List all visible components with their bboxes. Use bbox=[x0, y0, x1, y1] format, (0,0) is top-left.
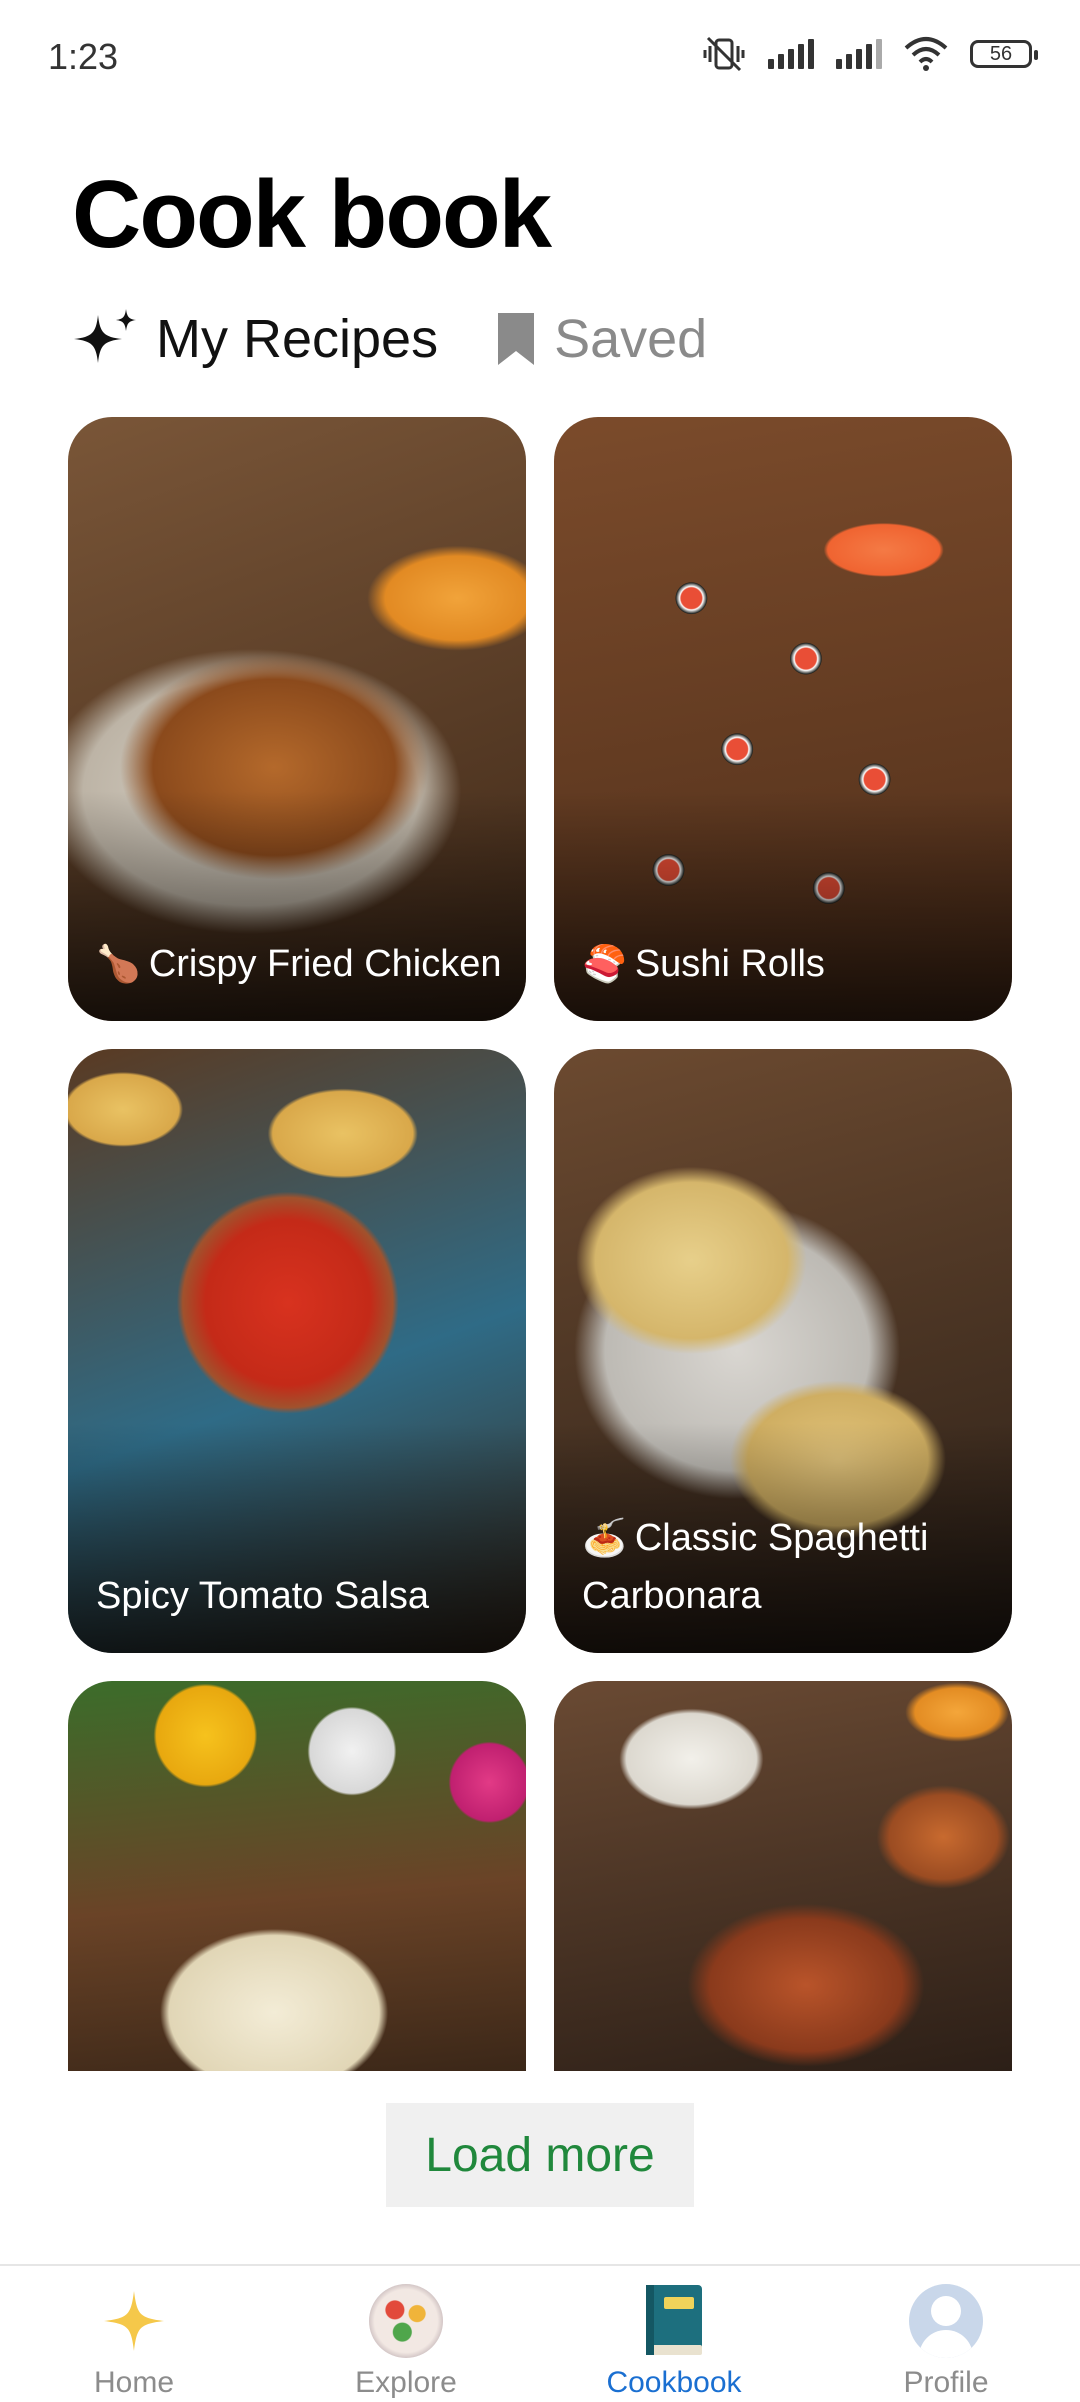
nav-profile-label: Profile bbox=[903, 2366, 989, 2399]
book-icon bbox=[646, 2285, 702, 2355]
bookmark-icon bbox=[498, 313, 535, 365]
recipe-card-sushi-rolls[interactable]: 🍣 Sushi Rolls bbox=[554, 417, 1012, 1021]
tab-my-recipes-label: My Recipes bbox=[156, 309, 439, 369]
recipe-title: Spicy Tomato Salsa bbox=[96, 1575, 430, 1617]
recipe-tabs: My Recipes Saved bbox=[72, 305, 707, 373]
tab-saved[interactable]: Saved bbox=[494, 308, 707, 370]
sushi-emoji: 🍣 bbox=[582, 943, 627, 984]
recipe-card-spicy-tomato-salsa[interactable]: Spicy Tomato Salsa bbox=[68, 1049, 526, 1653]
sparkle-icon bbox=[74, 309, 136, 363]
recipe-card-classic-spaghetti-carbonara[interactable]: 🍝 Classic Spaghetti Carbonara bbox=[554, 1049, 1012, 1653]
status-time: 1:23 bbox=[48, 36, 119, 77]
wifi-icon bbox=[904, 37, 948, 71]
recipe-title: 🍝 Classic Spaghetti Carbonara bbox=[582, 1517, 929, 1617]
drumstick-emoji: 🍗 bbox=[96, 943, 141, 984]
nav-profile[interactable]: Profile bbox=[846, 2280, 1046, 2400]
nav-explore-label: Explore bbox=[355, 2366, 457, 2399]
nav-home-label: Home bbox=[93, 2366, 175, 2399]
food-thumbnail-icon bbox=[369, 2284, 443, 2358]
battery-icon: 56 bbox=[970, 40, 1038, 68]
recipe-card-crispy-fried-chicken[interactable]: 🍗 Crispy Fried Chicken bbox=[68, 417, 526, 1021]
load-more-button[interactable]: Load more bbox=[386, 2103, 694, 2207]
avatar-icon bbox=[909, 2284, 983, 2358]
nav-explore[interactable]: Explore bbox=[306, 2280, 506, 2400]
nav-cookbook[interactable]: Cookbook bbox=[574, 2280, 774, 2400]
recipe-card-loaded-potato[interactable] bbox=[554, 1681, 1012, 2071]
spaghetti-emoji: 🍝 bbox=[582, 1517, 627, 1558]
status-icons: 56 bbox=[702, 34, 1038, 74]
signal-icon-2 bbox=[836, 39, 882, 69]
signal-icon bbox=[768, 39, 814, 69]
nav-home[interactable]: Home bbox=[34, 2280, 234, 2400]
recipe-title: 🍣 Sushi Rolls bbox=[582, 943, 825, 985]
recipe-card-rice-dish[interactable] bbox=[68, 1681, 526, 2071]
tab-my-recipes[interactable]: My Recipes bbox=[72, 305, 438, 373]
status-bar: 1:23 56 bbox=[0, 0, 1080, 110]
recipe-title: 🍗 Crispy Fried Chicken bbox=[96, 943, 502, 985]
sparkle-icon bbox=[104, 2291, 164, 2351]
page-title: Cook book bbox=[72, 161, 552, 268]
vibrate-off-icon bbox=[703, 36, 745, 72]
tab-saved-label: Saved bbox=[554, 309, 708, 369]
nav-cookbook-label: Cookbook bbox=[606, 2366, 742, 2399]
bottom-navigation: Home Explore Cookbook Profile bbox=[0, 2264, 1080, 2402]
